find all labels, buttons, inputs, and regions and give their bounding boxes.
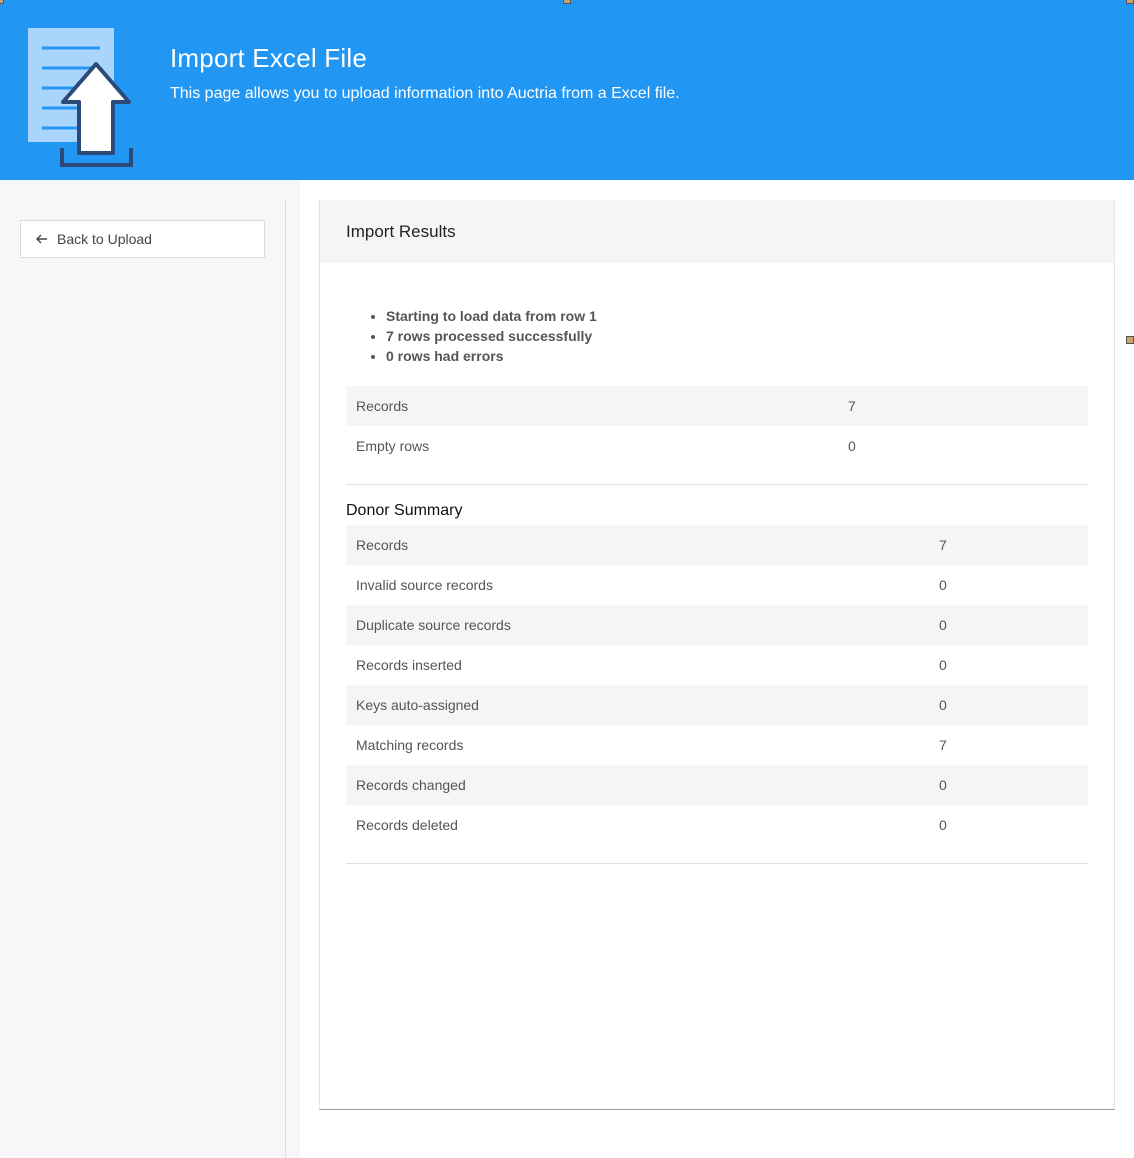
row-label: Empty rows <box>356 438 430 454</box>
row-value: 7 <box>848 398 856 414</box>
table-row: Records deleted 0 <box>346 805 1088 845</box>
page-header: Import Excel File This page allows you t… <box>0 0 1134 180</box>
back-to-upload-button[interactable]: Back to Upload <box>20 220 265 258</box>
row-label: Records changed <box>356 777 466 793</box>
sidebar <box>0 180 300 1158</box>
table-row: Keys auto-assigned 0 <box>346 685 1088 725</box>
row-label: Records <box>356 398 409 414</box>
donor-summary-title: Donor Summary <box>346 502 463 519</box>
panel-title: Import Results <box>346 221 456 241</box>
import-summary-table: Records 7 Empty rows 0 <box>346 386 1088 466</box>
arrow-left-icon <box>36 234 47 244</box>
row-value: 7 <box>939 737 947 753</box>
divider <box>346 863 1088 864</box>
resize-handle[interactable] <box>1126 336 1134 344</box>
table-row: Records inserted 0 <box>346 645 1088 685</box>
divider <box>346 484 1088 485</box>
resize-handle[interactable] <box>1126 0 1134 4</box>
import-results-panel: Import Results Starting to load data fro… <box>319 200 1115 1110</box>
upload-file-icon <box>28 28 133 167</box>
list-item: 0 rows had errors <box>386 346 597 366</box>
row-value: 0 <box>939 697 947 713</box>
row-value: 0 <box>939 817 947 833</box>
row-label: Records deleted <box>356 817 458 833</box>
row-value: 0 <box>939 777 947 793</box>
back-button-label: Back to Upload <box>57 231 152 247</box>
table-row: Records 7 <box>346 525 1088 565</box>
row-label: Invalid source records <box>356 577 493 593</box>
row-label: Records inserted <box>356 657 462 673</box>
table-row: Invalid source records 0 <box>346 565 1088 605</box>
table-row: Records changed 0 <box>346 765 1088 805</box>
resize-handle[interactable] <box>0 0 4 4</box>
row-label: Keys auto-assigned <box>356 697 479 713</box>
row-label: Matching records <box>356 737 464 753</box>
list-item: Starting to load data from row 1 <box>386 306 597 326</box>
table-row: Matching records 7 <box>346 725 1088 765</box>
panel-header: Import Results <box>320 200 1114 263</box>
table-row: Empty rows 0 <box>346 426 1088 466</box>
row-label: Records <box>356 537 409 553</box>
row-value: 0 <box>939 657 947 673</box>
donor-summary-table: Records 7 Invalid source records 0 Dupli… <box>346 525 1088 845</box>
resize-handle[interactable] <box>563 0 571 4</box>
table-row: Duplicate source records 0 <box>346 605 1088 645</box>
result-messages: Starting to load data from row 1 7 rows … <box>386 306 597 366</box>
sidebar-divider <box>285 200 286 1158</box>
row-value: 7 <box>939 537 947 553</box>
table-row: Records 7 <box>346 386 1088 426</box>
page-subtitle: This page allows you to upload informati… <box>170 85 680 102</box>
row-label: Duplicate source records <box>356 617 511 633</box>
row-value: 0 <box>939 617 947 633</box>
row-value: 0 <box>939 577 947 593</box>
list-item: 7 rows processed successfully <box>386 326 597 346</box>
row-value: 0 <box>848 438 856 454</box>
page-title: Import Excel File <box>170 43 368 73</box>
